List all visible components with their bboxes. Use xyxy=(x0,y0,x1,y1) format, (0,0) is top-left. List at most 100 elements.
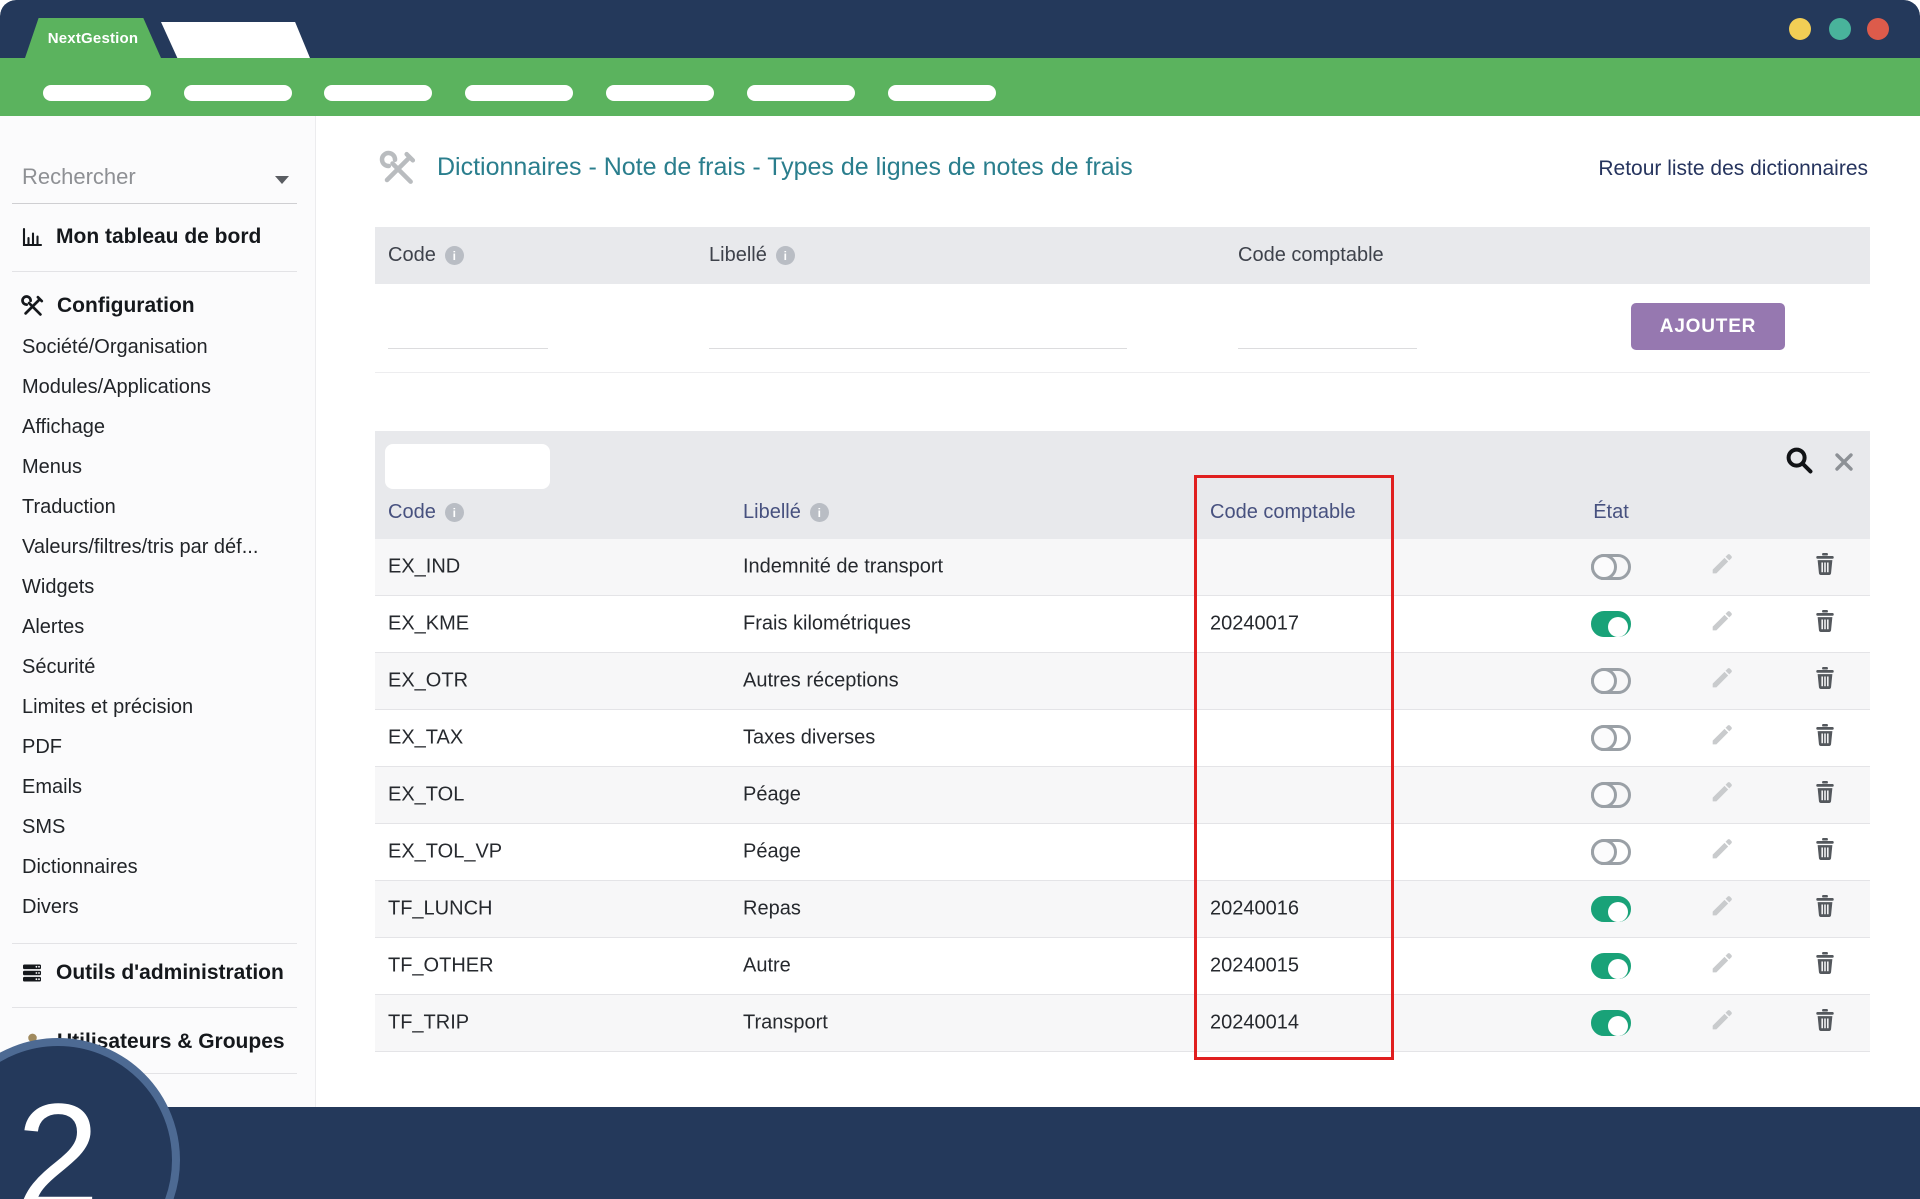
close-icon[interactable] xyxy=(1832,450,1856,479)
sidebar-item-pdf[interactable]: PDF xyxy=(22,727,307,767)
sidebar-item-admin-tools[interactable]: Outils d'administration xyxy=(20,956,284,990)
back-to-dictionaries-link[interactable]: Retour liste des dictionnaires xyxy=(1598,157,1868,181)
delete-icon[interactable] xyxy=(1812,665,1838,697)
libelle-input[interactable] xyxy=(709,311,1127,349)
edit-icon[interactable] xyxy=(1709,722,1735,754)
sidebar-item-securite[interactable]: Sécurité xyxy=(22,647,307,687)
edit-icon[interactable] xyxy=(1709,893,1735,925)
sidebar-item-dashboard[interactable]: Mon tableau de bord xyxy=(20,220,261,254)
info-icon[interactable]: i xyxy=(776,246,795,265)
nav-pill[interactable] xyxy=(184,85,292,101)
table-row: EX_TOL_VP Péage xyxy=(375,824,1870,881)
sidebar-item-alertes[interactable]: Alertes xyxy=(22,607,307,647)
delete-icon[interactable] xyxy=(1812,836,1838,868)
divider xyxy=(12,271,297,272)
cell-libelle: Transport xyxy=(743,1012,828,1035)
sidebar-item-limites[interactable]: Limites et précision xyxy=(22,687,307,727)
sidebar-search-select[interactable]: Rechercher xyxy=(12,140,297,204)
edit-icon[interactable] xyxy=(1709,836,1735,868)
state-toggle[interactable] xyxy=(1591,554,1631,580)
cell-libelle: Frais kilométriques xyxy=(743,613,911,636)
window-dot-red[interactable] xyxy=(1867,18,1889,40)
cell-libelle: Indemnité de transport xyxy=(743,556,943,579)
sidebar-item-label: Configuration xyxy=(57,294,195,318)
state-toggle[interactable] xyxy=(1591,1010,1631,1036)
nav-pill[interactable] xyxy=(324,85,432,101)
form-code-label: Code i xyxy=(388,227,464,284)
delete-icon[interactable] xyxy=(1812,779,1838,811)
sidebar-item-label: Outils d'administration xyxy=(56,961,284,985)
cell-code-comptable: 20240017 xyxy=(1210,613,1299,636)
step-number: 2 xyxy=(16,1081,99,1199)
edit-icon[interactable] xyxy=(1709,779,1735,811)
window-dot-yellow[interactable] xyxy=(1789,18,1811,40)
cell-libelle: Péage xyxy=(743,784,801,807)
state-toggle[interactable] xyxy=(1591,668,1631,694)
bottom-band xyxy=(0,1107,1920,1199)
nav-pill[interactable] xyxy=(747,85,855,101)
info-icon[interactable]: i xyxy=(445,246,464,265)
table-search-input[interactable] xyxy=(385,444,550,489)
delete-icon[interactable] xyxy=(1812,1007,1838,1039)
title-bar: NextGestion xyxy=(0,0,1920,58)
sidebar-item-valeurs[interactable]: Valeurs/filtres/tris par déf... xyxy=(22,527,307,567)
sidebar-item-dictionnaires[interactable]: Dictionnaires xyxy=(22,847,307,887)
delete-icon[interactable] xyxy=(1812,608,1838,640)
bar-chart-icon xyxy=(20,225,44,249)
delete-icon[interactable] xyxy=(1812,950,1838,982)
state-toggle[interactable] xyxy=(1591,896,1631,922)
search-icon[interactable] xyxy=(1783,444,1815,481)
code-comptable-input[interactable] xyxy=(1238,311,1417,349)
edit-icon[interactable] xyxy=(1709,1007,1735,1039)
sidebar-item-affichage[interactable]: Affichage xyxy=(22,407,307,447)
nav-pill[interactable] xyxy=(43,85,151,101)
col-header-etat: État xyxy=(1571,501,1651,524)
add-button[interactable]: AJOUTER xyxy=(1631,303,1785,350)
sidebar-search-placeholder: Rechercher xyxy=(22,164,136,190)
nav-pill[interactable] xyxy=(606,85,714,101)
cell-code-comptable: 20240014 xyxy=(1210,1012,1299,1035)
info-icon[interactable]: i xyxy=(445,503,464,522)
state-toggle[interactable] xyxy=(1591,953,1631,979)
cell-code: TF_TRIP xyxy=(388,1012,469,1035)
sidebar: Rechercher Mon tableau de bord Con xyxy=(0,116,316,1107)
state-toggle[interactable] xyxy=(1591,839,1631,865)
sidebar-item-divers[interactable]: Divers xyxy=(22,887,307,927)
table-row: EX_TOL Péage xyxy=(375,767,1870,824)
sidebar-item-modules[interactable]: Modules/Applications xyxy=(22,367,307,407)
edit-icon[interactable] xyxy=(1709,950,1735,982)
delete-icon[interactable] xyxy=(1812,893,1838,925)
sidebar-item-label: Mon tableau de bord xyxy=(56,225,261,249)
window-dot-teal[interactable] xyxy=(1829,18,1851,40)
sidebar-item-traduction[interactable]: Traduction xyxy=(22,487,307,527)
delete-icon[interactable] xyxy=(1812,551,1838,583)
brand-tab[interactable]: NextGestion xyxy=(25,18,161,58)
sidebar-item-menus[interactable]: Menus xyxy=(22,447,307,487)
edit-icon[interactable] xyxy=(1709,608,1735,640)
form-code-comptable-label: Code comptable xyxy=(1238,227,1384,284)
state-toggle[interactable] xyxy=(1591,782,1631,808)
delete-icon[interactable] xyxy=(1812,722,1838,754)
add-form: Code i Libellé i Code comptable AJOUTER xyxy=(375,227,1870,373)
cell-libelle: Taxes diverses xyxy=(743,727,875,750)
sidebar-item-configuration[interactable]: Configuration xyxy=(20,289,195,323)
info-icon[interactable]: i xyxy=(810,503,829,522)
tools-icon xyxy=(378,149,418,194)
code-input[interactable] xyxy=(388,311,548,349)
col-header-code-comptable: Code comptable xyxy=(1210,501,1356,524)
secondary-tab[interactable] xyxy=(161,22,310,58)
nav-pill[interactable] xyxy=(888,85,996,101)
sidebar-item-widgets[interactable]: Widgets xyxy=(22,567,307,607)
sidebar-item-societe[interactable]: Société/Organisation xyxy=(22,327,307,367)
nav-pill[interactable] xyxy=(465,85,573,101)
state-toggle[interactable] xyxy=(1591,611,1631,637)
edit-icon[interactable] xyxy=(1709,551,1735,583)
sidebar-item-sms[interactable]: SMS xyxy=(22,807,307,847)
add-form-header: Code i Libellé i Code comptable xyxy=(375,227,1870,284)
sidebar-item-emails[interactable]: Emails xyxy=(22,767,307,807)
table-row: EX_OTR Autres réceptions xyxy=(375,653,1870,710)
table-row: EX_IND Indemnité de transport xyxy=(375,539,1870,596)
table-row: TF_LUNCH Repas 20240016 xyxy=(375,881,1870,938)
edit-icon[interactable] xyxy=(1709,665,1735,697)
state-toggle[interactable] xyxy=(1591,725,1631,751)
